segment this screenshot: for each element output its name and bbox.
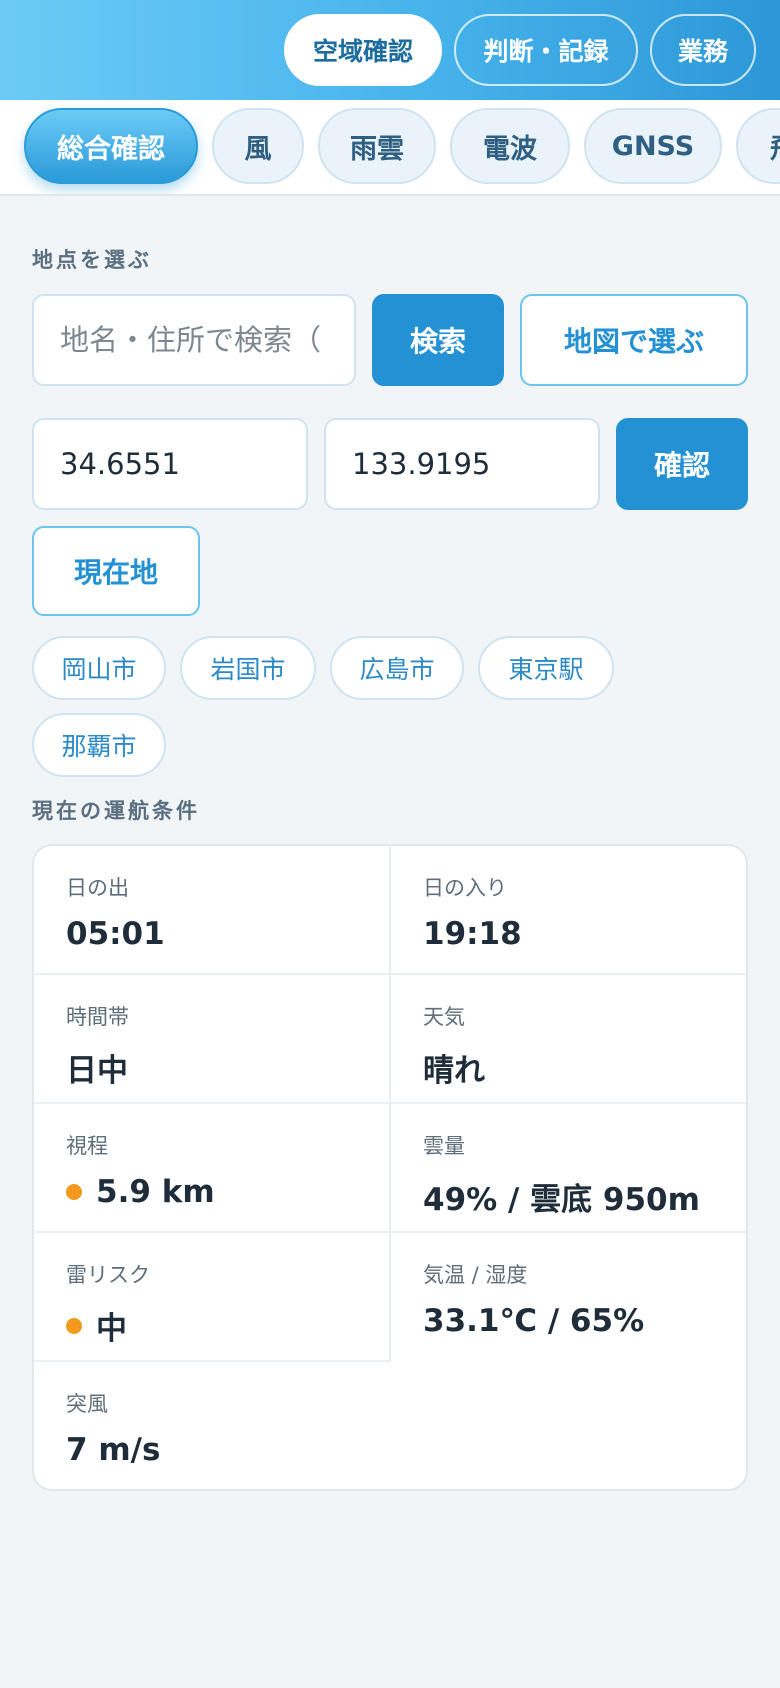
search-input[interactable] <box>32 294 356 386</box>
cloud-label: 雲量 <box>423 1134 465 1158</box>
sunrise-cell: 日の出 05:01 <box>34 846 391 975</box>
temp-humidity-value: 33.1℃ / 65% <box>423 1303 645 1339</box>
preset-tokyo-station[interactable]: 東京駅 <box>478 636 614 700</box>
time-of-day-value: 日中 <box>66 1053 128 1089</box>
conditions-card: 日の出 05:01 日の入り 19:18 時間帯 日中 天気 晴れ 視程 5.9… <box>32 844 748 1491</box>
visibility-status-dot <box>66 1184 82 1200</box>
time-of-day-label: 時間帯 <box>66 1005 129 1029</box>
top-header: 空域確認 判断・記録 業務 <box>0 0 780 100</box>
cloud-value: 49% / 雲底 950m <box>423 1182 700 1218</box>
sunrise-value: 05:01 <box>66 916 165 952</box>
tab-airspace-check[interactable]: 空域確認 <box>284 14 442 86</box>
tab-judgement-record[interactable]: 判断・記録 <box>454 14 638 86</box>
sunset-cell: 日の入り 19:18 <box>391 846 746 975</box>
select-on-map-button[interactable]: 地図で選ぶ <box>520 294 748 386</box>
cloud-cell: 雲量 49% / 雲底 950m <box>391 1104 746 1233</box>
weather-value: 晴れ <box>423 1053 485 1089</box>
temp-humidity-label: 気温 / 湿度 <box>423 1263 528 1287</box>
visibility-cell: 視程 5.9 km <box>34 1104 391 1233</box>
longitude-field[interactable] <box>324 418 600 510</box>
sub-tab-bar: 総合確認 風 雨雲 電波 GNSS 飛 <box>0 100 780 196</box>
preset-naha[interactable]: 那覇市 <box>32 713 166 777</box>
thunder-status-dot <box>66 1317 82 1334</box>
subtab-rain-cloud[interactable]: 雨雲 <box>318 108 436 184</box>
temp-humidity-cell: 気温 / 湿度 33.1℃ / 65% <box>391 1233 746 1362</box>
subtab-gnss[interactable]: GNSS <box>584 108 722 184</box>
weather-cell: 天気 晴れ <box>391 975 746 1104</box>
visibility-value: 5.9 km <box>96 1174 215 1210</box>
thunder-risk-value: 中 <box>96 1311 127 1347</box>
conditions-section-label: 現在の運航条件 <box>32 799 200 823</box>
time-of-day-cell: 時間帯 日中 <box>34 975 391 1104</box>
preset-iwakuni[interactable]: 岩国市 <box>180 636 316 700</box>
preset-okayama[interactable]: 岡山市 <box>32 636 166 700</box>
tab-business[interactable]: 業務 <box>650 14 756 86</box>
latitude-field[interactable] <box>32 418 308 510</box>
sunrise-label: 日の出 <box>66 876 129 900</box>
subtab-radio[interactable]: 電波 <box>450 108 570 184</box>
weather-label: 天気 <box>423 1005 465 1029</box>
preset-hiroshima[interactable]: 広島市 <box>330 636 464 700</box>
subtab-flight[interactable]: 飛 <box>736 108 780 184</box>
current-location-button[interactable]: 現在地 <box>32 526 200 616</box>
search-button[interactable]: 検索 <box>372 294 504 386</box>
visibility-label: 視程 <box>66 1134 108 1158</box>
gust-cell: 突風 7 m/s <box>34 1362 391 1489</box>
confirm-button[interactable]: 確認 <box>616 418 748 510</box>
gust-value: 7 m/s <box>66 1432 161 1468</box>
sunset-value: 19:18 <box>423 916 522 952</box>
gust-label: 突風 <box>66 1392 108 1416</box>
subtab-wind[interactable]: 風 <box>212 108 304 184</box>
sunset-label: 日の入り <box>423 876 507 900</box>
thunder-risk-label: 雷リスク <box>66 1263 150 1287</box>
thunder-risk-cell: 雷リスク 中 <box>34 1233 391 1362</box>
subtab-overview[interactable]: 総合確認 <box>24 108 198 184</box>
location-section-label: 地点を選ぶ <box>32 248 152 272</box>
